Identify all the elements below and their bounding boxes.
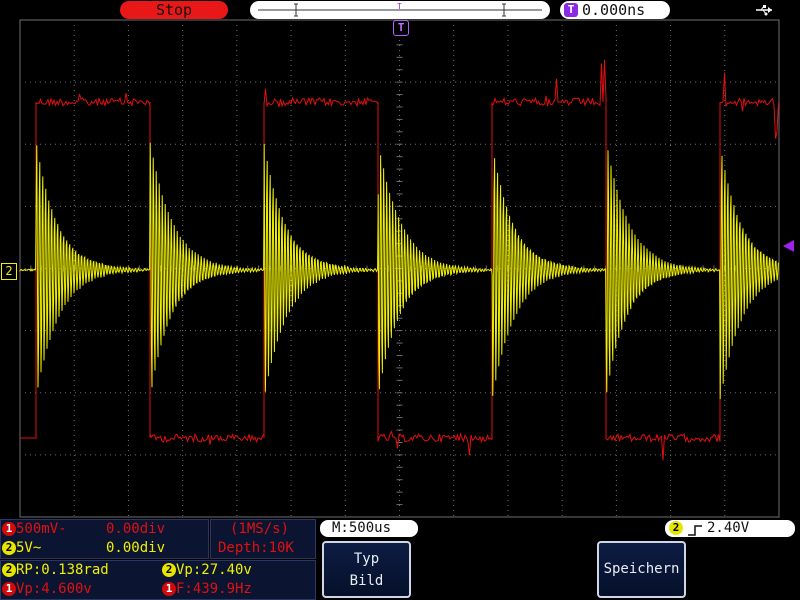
waveform-display[interactable] <box>0 0 800 600</box>
ch1-info-row[interactable]: 1 500mV- <box>2 521 67 537</box>
measurement-ch2-vp: 2 Vp:27.40v <box>162 562 252 578</box>
memory-depth: Depth:10K <box>218 540 294 556</box>
measurement-ch1-freq-value: F:439.9Hz <box>176 581 252 597</box>
measurement-phase-badge: 2 <box>2 563 16 577</box>
timebase-value: M:500us <box>332 520 392 536</box>
measurement-ch1-freq-badge: 1 <box>162 582 176 596</box>
ch2-level-marker[interactable]: 2 <box>1 263 17 280</box>
save-button[interactable]: Speichern <box>597 541 686 598</box>
measurement-phase-value: RP:0.138rad <box>16 562 109 578</box>
measurement-ch2-vp-badge: 2 <box>162 563 176 577</box>
typ-button[interactable]: Typ Bild <box>322 541 411 598</box>
trigger-level-readout[interactable]: 2 2.40V <box>665 520 795 537</box>
ch2-scale: 5V~ <box>16 540 42 556</box>
typ-label: Typ <box>353 551 380 567</box>
ch1-badge: 1 <box>2 522 16 536</box>
ch1-scale: 500mV- <box>16 521 67 537</box>
timebase-readout[interactable]: M:500us <box>320 520 418 537</box>
trigger-position-marker[interactable]: T <box>393 20 409 36</box>
measurement-ch1-freq: 1 F:439.9Hz <box>162 581 252 597</box>
ch2-position: 0.00div <box>106 540 166 556</box>
rising-edge-icon <box>687 522 703 536</box>
ch2-level-label: 2 <box>5 264 13 278</box>
typ-value: Bild <box>349 573 384 589</box>
save-label: Speichern <box>603 561 680 577</box>
left-arrow-trigger-icon[interactable] <box>781 238 795 252</box>
ch2-badge: 2 <box>2 541 16 555</box>
ch2-info-row[interactable]: 2 5V~ <box>2 540 41 556</box>
measurement-ch2-vp-value: Vp:27.40v <box>176 562 252 578</box>
trigger-level-value: 2.40V <box>707 520 750 536</box>
sample-rate: (1MS/s) <box>230 521 290 537</box>
measurement-ch1-vp-badge: 1 <box>2 582 16 596</box>
measurement-phase: 2 RP:0.138rad <box>2 562 109 578</box>
measurement-ch1-vp-value: Vp:4.600v <box>16 581 92 597</box>
measurement-ch1-vp: 1 Vp:4.600v <box>2 581 92 597</box>
trigger-source-badge: 2 <box>669 521 683 535</box>
trigger-position-label: T <box>397 21 405 34</box>
ch1-position: 0.00div <box>106 521 166 537</box>
